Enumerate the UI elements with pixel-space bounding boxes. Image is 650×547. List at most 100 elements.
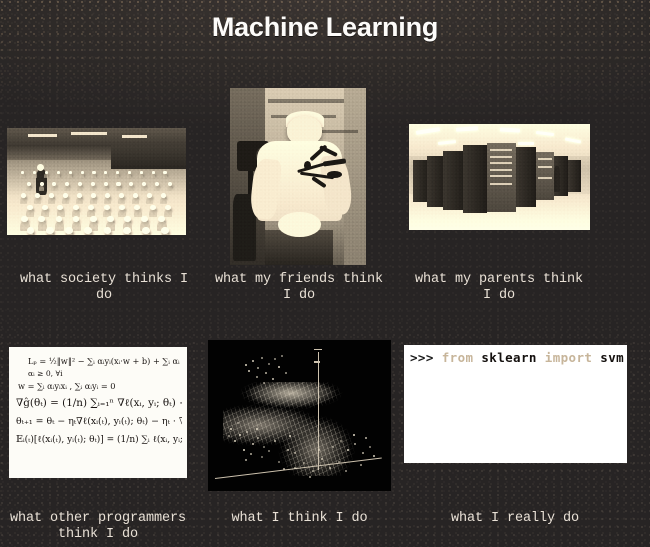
surface-wireframe xyxy=(223,382,366,476)
data-point xyxy=(369,446,371,448)
crowd-body xyxy=(104,198,111,205)
crowd-body xyxy=(48,198,55,205)
crowd-body xyxy=(163,174,167,178)
data-point xyxy=(265,372,267,374)
repl-line: >>> from sklearn import svm xyxy=(410,350,624,365)
server-rack xyxy=(463,145,487,213)
crowd-body xyxy=(34,198,41,205)
crowd-body xyxy=(154,186,160,191)
data-point xyxy=(252,360,254,362)
data-point xyxy=(230,428,232,430)
page-title: Machine Learning xyxy=(0,12,650,43)
crowd-body xyxy=(72,222,81,231)
repl-symbol-name: svm xyxy=(600,350,624,365)
crowd-body xyxy=(26,234,37,235)
server-rack xyxy=(516,147,536,206)
data-point xyxy=(287,449,289,451)
ceiling-lamp xyxy=(28,134,57,137)
crowd-body xyxy=(127,174,131,178)
crowd-body xyxy=(151,174,155,178)
data-point xyxy=(347,449,349,451)
rack-slot xyxy=(538,166,552,168)
crowd-body xyxy=(160,234,171,235)
equation-expectation: 𝔼ᵢ(ₜ)[ℓ(xᵢ(ₜ), yᵢ(ₜ); θₜ)] = (1/n) ∑ᵢ ℓ(… xyxy=(16,434,182,445)
robot-limb xyxy=(323,159,346,167)
meme-image: Machine Learning what society thinks I d… xyxy=(0,0,650,547)
crowd-body xyxy=(115,174,119,178)
data-point xyxy=(309,476,311,478)
axis-tick xyxy=(314,349,322,350)
data-point xyxy=(261,357,263,359)
server-rack xyxy=(443,151,465,210)
ceiling-lamp xyxy=(122,135,147,138)
equations-board: Lₚ = ½‖w‖² − ∑ᵢ αᵢyᵢ(xᵢ·w + b) + ∑ᵢ αᵢ α… xyxy=(9,347,187,478)
crowd-body xyxy=(68,174,72,178)
equation-list: Lₚ = ½‖w‖² − ∑ᵢ αᵢyᵢ(xᵢ·w + b) + ∑ᵢ αᵢ α… xyxy=(16,356,182,445)
data-point xyxy=(243,449,245,451)
crowd-body xyxy=(55,222,64,231)
hands xyxy=(278,212,322,237)
crowd-body xyxy=(20,198,27,205)
crowd-body xyxy=(103,174,107,178)
data-point xyxy=(294,467,296,469)
crowd-body xyxy=(160,198,167,205)
hall-back-wall xyxy=(111,145,186,169)
robot-bundle xyxy=(295,146,347,196)
data-point xyxy=(256,376,258,378)
rack-slot xyxy=(490,175,512,177)
crowd-body xyxy=(45,234,56,235)
axis-tick xyxy=(314,361,320,362)
crowd-body xyxy=(39,186,45,191)
server-rack-face xyxy=(487,143,516,212)
data-point xyxy=(274,358,276,360)
crowd-body xyxy=(77,186,83,191)
equation-sgd-update: θₜ₊₁ = θₜ − ηₜ∇ℓ(xᵢ(ₜ), yᵢ(ₜ); θₜ) − ηₜ … xyxy=(16,416,182,427)
repl-module-name: sklearn xyxy=(481,350,536,365)
data-point xyxy=(252,443,254,445)
data-point xyxy=(353,434,355,436)
rack-slot xyxy=(490,149,512,151)
data-point xyxy=(274,440,276,442)
crowd-body xyxy=(90,186,96,191)
crowd-body xyxy=(20,174,24,178)
crowd-body xyxy=(141,186,147,191)
data-point xyxy=(362,452,364,454)
crowd-body xyxy=(164,210,172,218)
data-point xyxy=(256,428,258,430)
data-point xyxy=(237,422,239,424)
crowd-body xyxy=(134,210,142,218)
crowd-body xyxy=(32,174,36,178)
crowd-body xyxy=(84,234,95,235)
technician-figure xyxy=(554,166,560,192)
caption-other-programmers: what other programmers think I do xyxy=(0,511,196,543)
equation-alpha-constraint: αᵢ ≥ 0, ∀i xyxy=(28,369,182,378)
data-point xyxy=(257,367,259,369)
crowd-body xyxy=(141,234,152,235)
equation-lagrangian: Lₚ = ½‖w‖² − ∑ᵢ αᵢyᵢ(xᵢ·w + b) + ∑ᵢ αᵢ xyxy=(28,356,182,366)
crowd-body xyxy=(122,234,133,235)
crowd-body xyxy=(44,174,48,178)
crowd-body xyxy=(51,186,57,191)
crowd-body xyxy=(90,198,97,205)
server-rack xyxy=(568,160,581,192)
crowd-body xyxy=(76,198,83,205)
crowd-body xyxy=(103,186,109,191)
rack-slot xyxy=(538,177,552,179)
repl-keyword-from: from xyxy=(442,350,474,365)
data-point xyxy=(281,355,283,357)
python-repl[interactable]: >>> from sklearn import svm xyxy=(404,345,627,463)
svm-surface-plot xyxy=(208,340,391,491)
data-point xyxy=(285,372,287,374)
rack-slot xyxy=(490,169,512,171)
ceiling-light xyxy=(518,142,534,145)
data-point xyxy=(234,440,236,442)
crowd-body xyxy=(139,174,143,178)
data-point xyxy=(248,370,250,372)
robot-joint xyxy=(304,161,311,170)
caption-friends: what my friends think I do xyxy=(213,272,385,304)
crowd-body xyxy=(167,186,173,191)
robot-joint xyxy=(327,171,341,178)
equation-gradient: ∇ĝ(θₜ) = (1/n) ∑ᵢ₌₁ⁿ ∇ℓ(xᵢ, yᵢ; θₜ) + ∇r… xyxy=(16,397,182,409)
caption-i-really: what I really do xyxy=(402,511,628,527)
caption-parents: what my parents think I do xyxy=(410,272,588,304)
